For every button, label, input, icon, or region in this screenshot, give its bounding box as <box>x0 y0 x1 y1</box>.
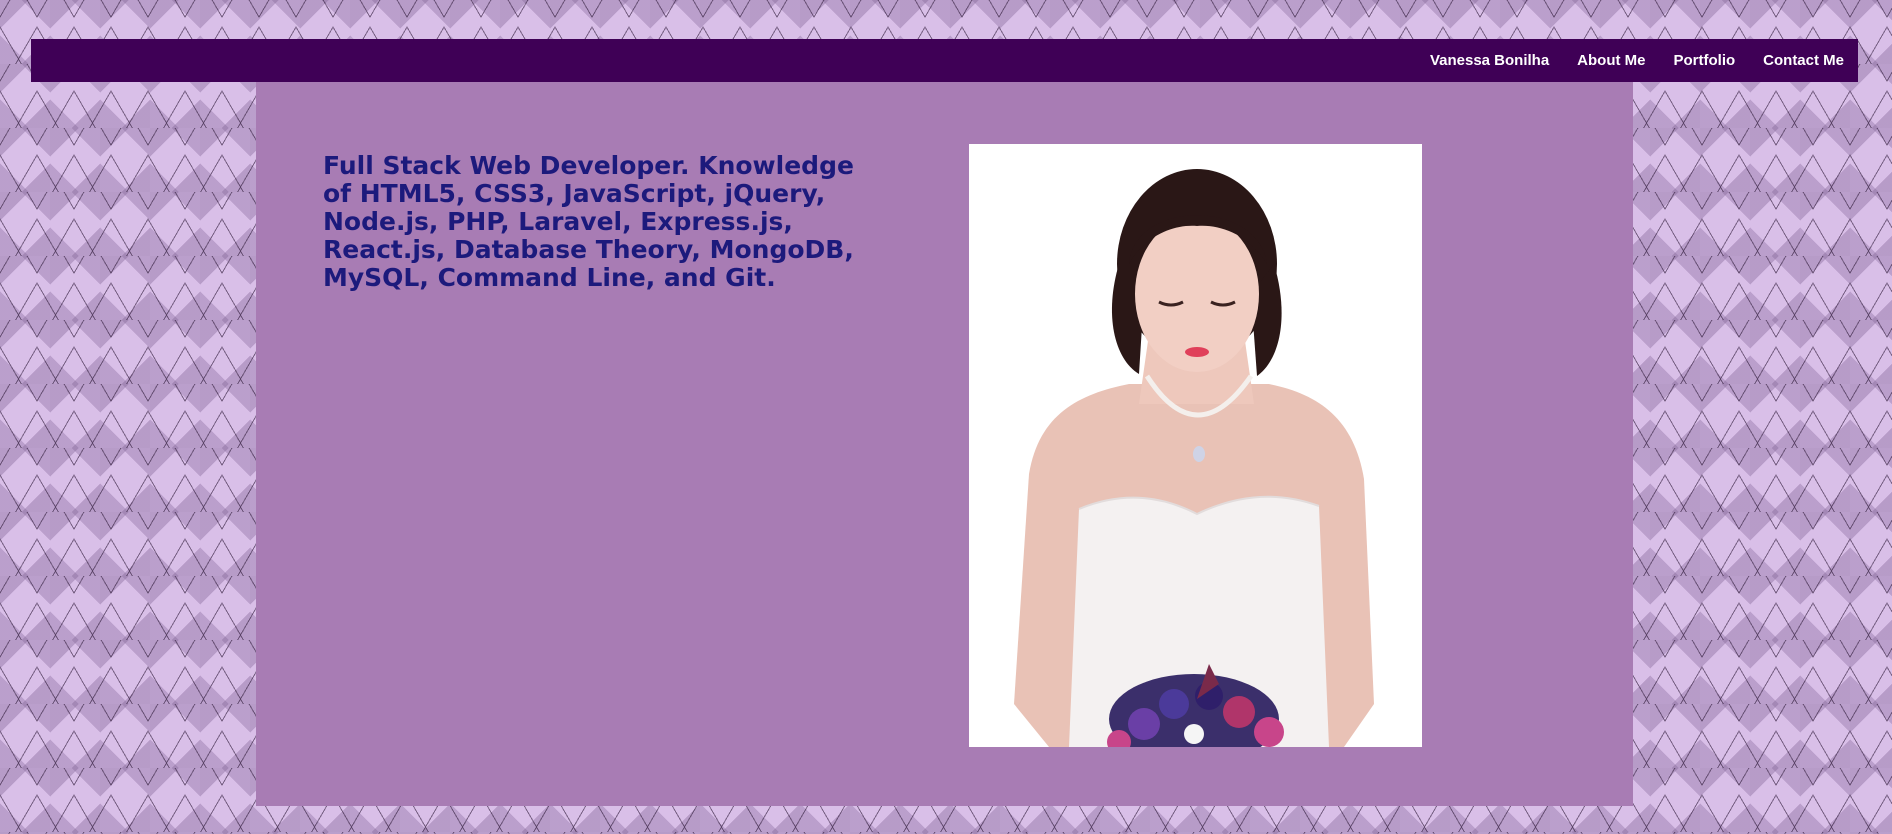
nav-link-portfolio[interactable]: Portfolio <box>1674 52 1736 69</box>
top-navbar: Vanessa Bonilha About Me Portfolio Conta… <box>31 39 1858 82</box>
nav-link-about-me[interactable]: About Me <box>1577 52 1645 69</box>
intro-text: Full Stack Web Developer. Knowledge of H… <box>323 151 854 292</box>
main-content-panel: Full Stack Web Developer. Knowledge of H… <box>256 82 1633 806</box>
profile-photo-illustration <box>969 144 1422 747</box>
profile-photo <box>969 144 1422 747</box>
nav-link-contact-me[interactable]: Contact Me <box>1763 52 1844 69</box>
nav-link-home[interactable]: Vanessa Bonilha <box>1430 52 1549 69</box>
